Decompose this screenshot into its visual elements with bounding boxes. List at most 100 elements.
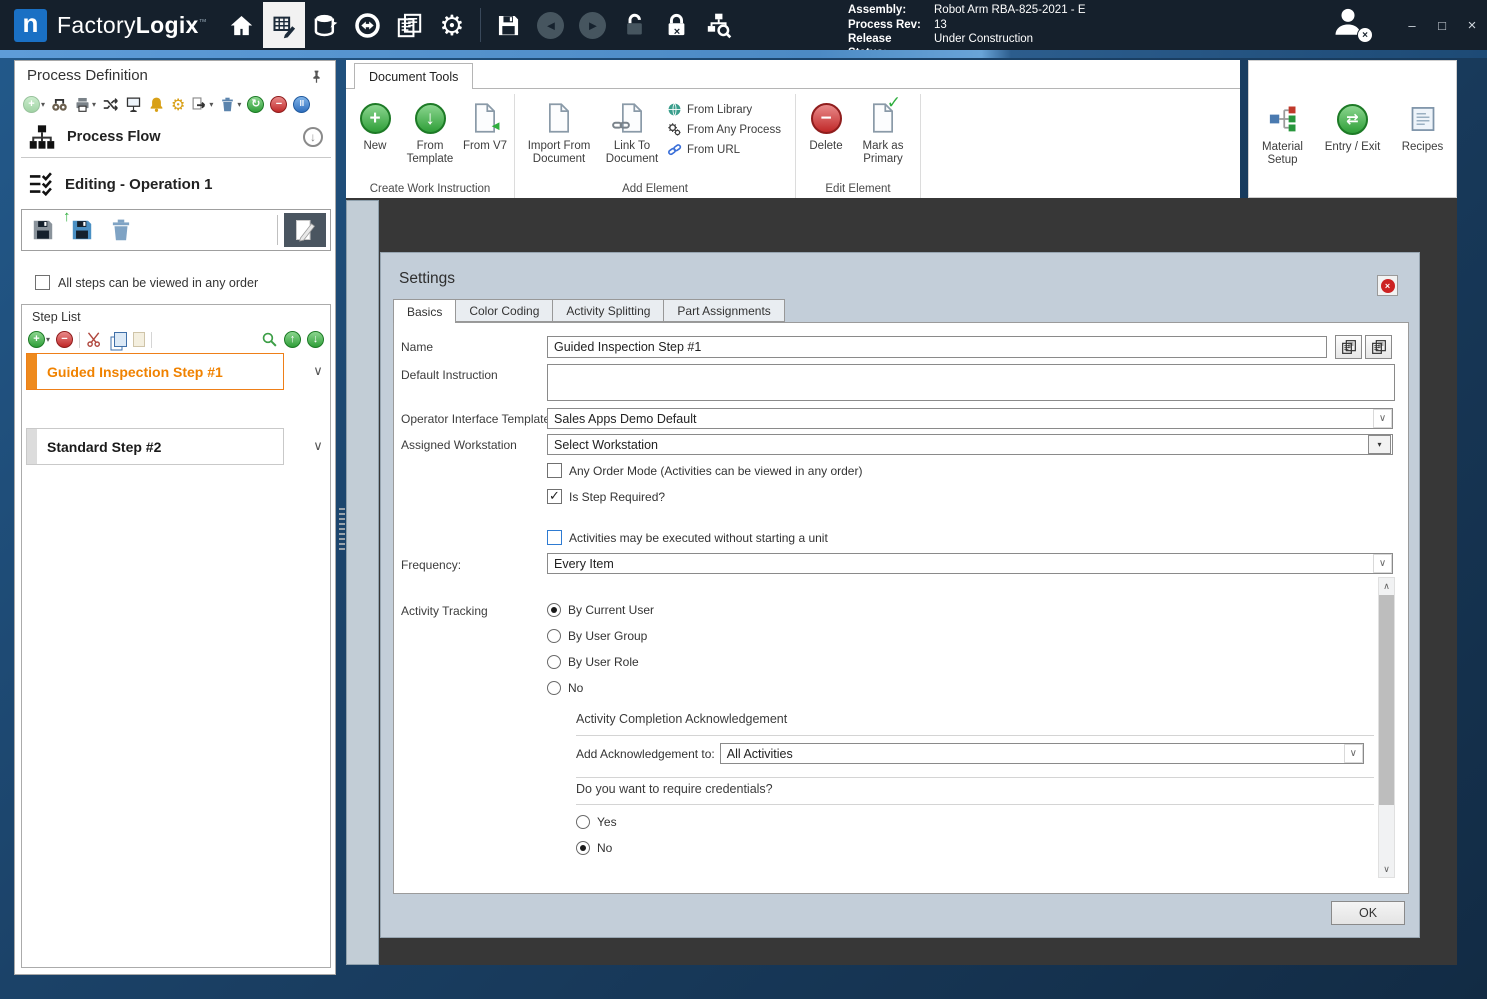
process-flow-row[interactable]: Process Flow ↓ (21, 119, 331, 155)
presentation-button[interactable] (125, 96, 142, 113)
process-audit-button[interactable] (698, 2, 740, 48)
pause-button[interactable]: II (293, 95, 311, 113)
tab-part-assignments[interactable]: Part Assignments (664, 299, 785, 322)
dropdown-button[interactable]: ▾ (1368, 435, 1391, 454)
close-button[interactable]: × (1457, 0, 1487, 50)
radio-by-user-role[interactable] (547, 655, 561, 669)
radio-label: Yes (597, 815, 617, 829)
alerts-button[interactable] (148, 96, 165, 113)
save-button[interactable] (488, 2, 530, 48)
archive-button[interactable]: ▾ (219, 96, 241, 113)
refresh-button[interactable]: ↻ (247, 95, 265, 113)
entry-exit-button[interactable]: ⇄ Entry / Exit (1322, 97, 1384, 197)
is-step-required-checkbox[interactable] (547, 488, 562, 504)
paste-step-button[interactable] (133, 332, 146, 347)
recipes-button[interactable]: Recipes (1392, 97, 1454, 197)
name-input[interactable] (547, 336, 1327, 358)
user-logout-button[interactable]: × (1331, 5, 1373, 45)
shuffle-button[interactable] (102, 96, 119, 113)
dialog-scrollbar[interactable]: ∧ ∨ (1378, 577, 1395, 878)
options-button[interactable]: ⚙ (171, 95, 185, 114)
any-order-checkbox[interactable] (35, 275, 50, 290)
mark-as-primary-button[interactable]: ✓ Mark as Primary (852, 94, 914, 166)
from-template-button[interactable]: ↓ From Template (400, 96, 460, 166)
from-v7-button[interactable]: ◄ From V7 (462, 96, 508, 153)
selected-value: Select Workstation (554, 437, 658, 452)
save-as-button[interactable]: ↑ (63, 208, 98, 247)
from-library-button[interactable]: From Library (667, 102, 789, 117)
any-order-mode-checkbox[interactable] (547, 463, 562, 478)
scroll-down-arrow[interactable]: ∨ (1379, 861, 1394, 877)
add-step-button[interactable]: + ▾ (28, 331, 50, 348)
link-to-document-button[interactable]: Link To Document (599, 96, 665, 166)
from-url-button[interactable]: From URL (667, 142, 789, 157)
process-planning-button[interactable] (262, 2, 305, 48)
save-operation-button[interactable] (26, 214, 59, 247)
export-button[interactable]: ▾ (191, 96, 213, 113)
dialog-close-button[interactable]: × (1377, 275, 1398, 296)
move-step-up-button[interactable]: ↑ (284, 331, 301, 348)
unlock-button[interactable] (614, 2, 656, 48)
lock-close-button[interactable]: × (656, 2, 698, 48)
remove-step-button[interactable]: − (56, 331, 74, 348)
tab-color-coding[interactable]: Color Coding (456, 299, 554, 322)
assigned-workstation-select[interactable]: Select Workstation ▾ (547, 434, 1393, 455)
operator-interface-template-select[interactable]: Sales Apps Demo Default ∨ (547, 408, 1393, 429)
radio-tracking-no[interactable] (547, 681, 561, 695)
home-button[interactable] (221, 2, 263, 48)
tab-activity-splitting[interactable]: Activity Splitting (553, 299, 665, 322)
minimize-button[interactable]: – (1397, 0, 1427, 50)
copy-name-button[interactable] (1335, 335, 1362, 359)
group-label: Add Element (622, 183, 688, 195)
new-button[interactable]: + New (352, 96, 398, 153)
delete-element-button[interactable]: − Delete (802, 96, 850, 153)
logistics-button[interactable] (347, 2, 389, 48)
without-unit-checkbox[interactable] (547, 530, 562, 545)
close-x-icon: × (1380, 278, 1395, 293)
maximize-button[interactable]: □ (1427, 0, 1457, 50)
expand-down-icon[interactable]: ↓ (303, 127, 323, 147)
radio-credentials-yes[interactable] (576, 815, 590, 829)
reports-button[interactable] (389, 2, 431, 48)
back-arrow-icon: ◄ (537, 11, 565, 39)
edit-work-instructions-button[interactable] (284, 213, 326, 247)
production-button[interactable] (305, 2, 347, 48)
frequency-select[interactable]: Every Item ∨ (547, 553, 1393, 574)
tab-document-tools[interactable]: Document Tools (354, 63, 474, 89)
cut-step-button[interactable] (86, 331, 103, 348)
import-from-document-button[interactable]: Import From Document (521, 96, 597, 166)
material-setup-button[interactable]: Material Setup (1252, 97, 1314, 197)
user-x-badge: × (1357, 27, 1373, 43)
radio-label: By User Role (568, 655, 639, 669)
print-button[interactable]: ▾ (74, 96, 96, 113)
move-step-down-button[interactable]: ↓ (307, 331, 324, 348)
redo-button[interactable]: ► (572, 2, 614, 48)
tab-basics[interactable]: Basics (393, 299, 457, 323)
step-expand-chevron[interactable]: ∨ (310, 438, 326, 454)
delete-operation-button[interactable] (104, 214, 137, 247)
copy-name-all-button[interactable] (1365, 335, 1392, 359)
copy-step-button[interactable] (109, 332, 128, 347)
remove-button[interactable]: − (270, 95, 288, 113)
scroll-thumb[interactable] (1379, 595, 1394, 805)
ok-button[interactable]: OK (1331, 901, 1405, 925)
radio-credentials-no[interactable] (576, 841, 590, 855)
step-expand-chevron[interactable]: ∨ (310, 363, 326, 379)
radio-by-user-group[interactable] (547, 629, 561, 643)
scroll-up-arrow[interactable]: ∧ (1379, 578, 1394, 594)
step-item-standard[interactable]: Standard Step #2 (26, 428, 284, 465)
from-any-process-button[interactable]: From Any Process (667, 122, 789, 137)
undo-button[interactable]: ◄ (530, 2, 572, 48)
radio-by-current-user[interactable] (547, 603, 561, 617)
pin-button[interactable] (309, 69, 325, 85)
default-instruction-textarea[interactable] (547, 364, 1395, 401)
settings-button[interactable]: ⚙ (431, 2, 473, 48)
add-acknowledgement-select[interactable]: All Activities ∨ (719, 743, 1364, 764)
add-operation-button[interactable]: + ▾ (23, 95, 45, 113)
step-item-guided-inspection[interactable]: Guided Inspection Step #1 (26, 353, 284, 390)
panel-splitter-handle[interactable] (339, 508, 345, 550)
down-circle-icon: ↓ (307, 331, 324, 348)
step-selected-bar (27, 354, 37, 389)
zoom-step-button[interactable] (261, 331, 278, 348)
find-button[interactable] (51, 96, 68, 113)
